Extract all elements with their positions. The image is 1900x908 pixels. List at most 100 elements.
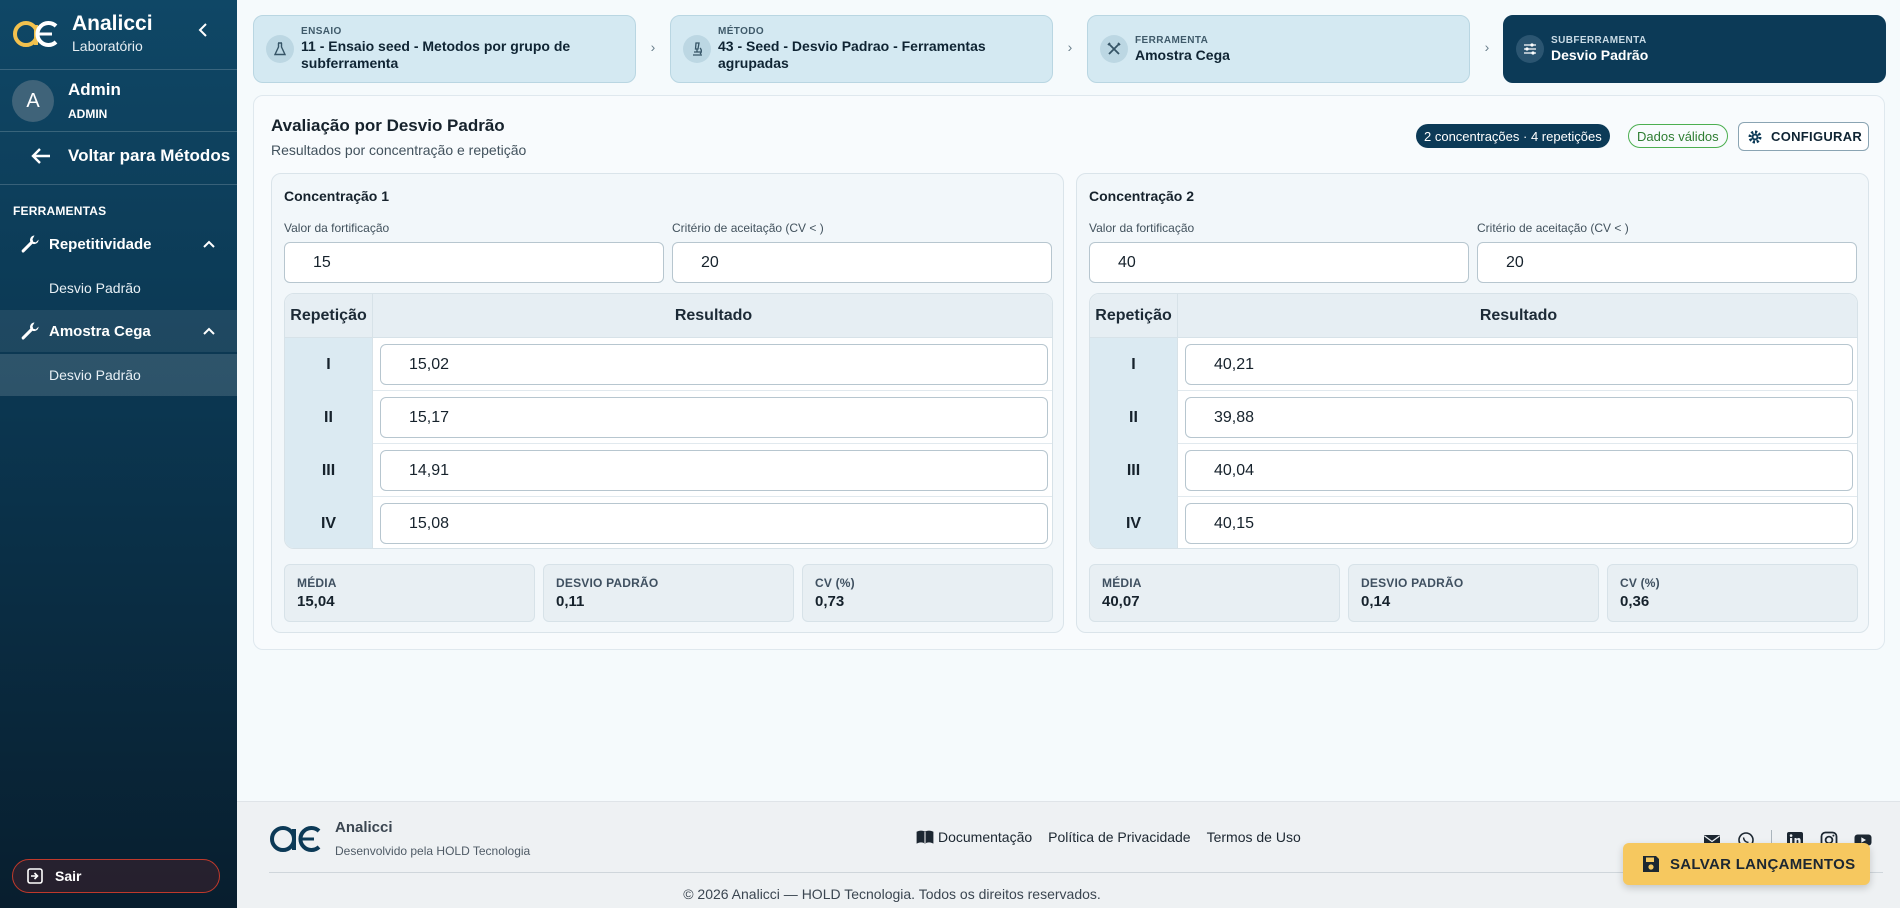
page-title: Avaliação por Desvio Padrão	[271, 116, 505, 135]
stat-label: DESVIO PADRÃO	[556, 576, 659, 590]
table-row: II 39,88	[1090, 391, 1857, 444]
collapse-sidebar-button[interactable]	[195, 23, 211, 43]
table-row: III 40,04	[1090, 444, 1857, 497]
footer-link-privacy[interactable]: Política de Privacidade	[1048, 829, 1190, 845]
table-row: IV 15,08	[285, 497, 1052, 548]
result-input[interactable]: 39,88	[1185, 397, 1853, 438]
sidebar-item-label: Desvio Padrão	[49, 280, 141, 296]
sidebar-divider	[0, 131, 237, 132]
stat-cv: CV (%) 0,36	[1607, 564, 1858, 622]
brand-name: Analicci	[72, 12, 153, 35]
stat-value: 0,36	[1620, 593, 1650, 610]
save-icon	[1643, 856, 1659, 872]
sidebar-group-amostra-cega[interactable]: Amostra Cega	[0, 310, 237, 352]
fortification-input[interactable]: 40	[1089, 242, 1469, 283]
footer-link-documentation[interactable]: Documentação	[916, 829, 1032, 845]
column-header-result: Resultado	[1479, 307, 1558, 324]
criteria-label: Critério de aceitação (CV < )	[1477, 221, 1629, 235]
sidebar-group-label: Repetitividade	[49, 235, 152, 253]
sidebar-item-desvio-padrao-repetitividade[interactable]: Desvio Padrão	[0, 267, 237, 309]
column-header-repetition: Repetição	[1090, 294, 1178, 338]
step-metodo[interactable]: MÉTODO 43 - Seed - Desvio Padrao - Ferra…	[670, 15, 1053, 83]
stat-label: DESVIO PADRÃO	[1361, 576, 1464, 590]
table-row: I 15,02	[285, 338, 1052, 391]
page-subtitle: Resultados por concentração e repetição	[271, 142, 527, 158]
stat-mean: MÉDIA 15,04	[284, 564, 535, 622]
logout-icon	[27, 868, 43, 884]
stat-label: MÉDIA	[297, 576, 337, 590]
repetition-label: II	[285, 391, 373, 444]
sidebar: Analicci Laboratório A Admin ADMIN Volta…	[0, 0, 237, 908]
wrench-icon	[21, 235, 39, 253]
sidebar-divider	[0, 184, 237, 185]
criteria-input[interactable]: 20	[672, 242, 1052, 283]
flask-icon	[266, 35, 294, 63]
chevron-up-icon	[203, 240, 215, 248]
result-input[interactable]: 14,91	[380, 450, 1048, 491]
summary-badge: 2 concentrações · 4 repetições	[1416, 124, 1610, 148]
result-input[interactable]: 40,21	[1185, 344, 1853, 385]
table-row: I 40,21	[1090, 338, 1857, 391]
stat-sd: DESVIO PADRÃO 0,11	[543, 564, 794, 622]
logout-label: Sair	[55, 868, 82, 884]
result-input[interactable]: 15,02	[380, 344, 1048, 385]
chevron-right-icon: ›	[1484, 39, 1490, 55]
repetition-label: I	[285, 338, 373, 391]
result-input[interactable]: 40,15	[1185, 503, 1853, 544]
step-title: Desvio Padrão	[1551, 46, 1649, 63]
sidebar-item-desvio-padrao-amostra-cega[interactable]: Desvio Padrão	[0, 354, 237, 396]
sidebar-section-label: FERRAMENTAS	[13, 204, 107, 218]
chevron-right-icon: ›	[650, 39, 656, 55]
criteria-label: Critério de aceitação (CV < )	[672, 221, 824, 235]
table-row: II 15,17	[285, 391, 1052, 444]
result-input[interactable]: 15,08	[380, 503, 1048, 544]
repetition-label: IV	[1090, 497, 1178, 548]
stat-mean: MÉDIA 40,07	[1089, 564, 1340, 622]
brand[interactable]: Analicci Laboratório	[12, 12, 153, 56]
table-header: Repetição Resultado	[1090, 294, 1857, 338]
back-to-methods-link[interactable]: Voltar para Métodos	[30, 146, 230, 166]
footer-brand-subtitle: Desenvolvido pela HOLD Tecnologia	[335, 844, 531, 858]
column-header-result: Resultado	[674, 307, 753, 324]
step-caption: FERRAMENTA	[1135, 34, 1209, 46]
brand-subtitle: Laboratório	[72, 38, 143, 54]
chevron-right-icon: ›	[1067, 39, 1073, 55]
user-name: Admin	[68, 80, 121, 99]
table-header: Repetição Resultado	[285, 294, 1052, 338]
footer-link-terms[interactable]: Termos de Uso	[1207, 829, 1301, 845]
step-caption: MÉTODO	[718, 26, 765, 37]
repetition-label: III	[285, 444, 373, 497]
step-title: 11 - Ensaio seed - Metodos por grupo de …	[301, 38, 571, 71]
stat-label: CV (%)	[815, 576, 855, 590]
fortification-input[interactable]: 15	[284, 242, 664, 283]
configure-label: CONFIGURAR	[1771, 129, 1863, 144]
analicci-logo-icon	[270, 826, 321, 852]
result-input[interactable]: 40,04	[1185, 450, 1853, 491]
step-title: Amostra Cega	[1135, 46, 1230, 63]
user-role: ADMIN	[68, 107, 108, 121]
chevron-left-icon	[198, 23, 207, 37]
status-badge: Dados válidos	[1628, 124, 1728, 148]
wrench-icon	[21, 322, 39, 340]
sidebar-group-repetitividade[interactable]: Repetitividade	[0, 223, 237, 265]
criteria-input[interactable]: 20	[1477, 242, 1857, 283]
logout-button[interactable]: Sair	[12, 859, 220, 893]
repetition-label: IV	[285, 497, 373, 548]
fortification-label: Valor da fortificação	[1089, 221, 1195, 235]
user-profile[interactable]: A Admin ADMIN	[12, 79, 121, 123]
step-subferramenta[interactable]: SUBFERRAMENTA Desvio Padrão	[1503, 15, 1886, 83]
configure-button[interactable]: CONFIGURAR	[1738, 122, 1869, 151]
stat-sd: DESVIO PADRÃO 0,14	[1348, 564, 1599, 622]
step-ensaio[interactable]: ENSAIO 11 - Ensaio seed - Metodos por gr…	[253, 15, 636, 83]
save-entries-button[interactable]: SALVAR LANÇAMENTOS	[1623, 843, 1870, 885]
back-label: Voltar para Métodos	[68, 146, 231, 165]
result-input[interactable]: 15,17	[380, 397, 1048, 438]
footer-brand-name: Analicci	[335, 819, 393, 836]
footer-link-label: Documentação	[938, 829, 1033, 845]
stat-value: 0,73	[815, 593, 845, 610]
repetition-label: I	[1090, 338, 1178, 391]
fortification-label: Valor da fortificação	[284, 221, 390, 235]
book-icon	[916, 830, 934, 844]
step-ferramenta[interactable]: FERRAMENTA Amostra Cega	[1087, 15, 1470, 83]
step-caption: ENSAIO	[301, 26, 342, 37]
